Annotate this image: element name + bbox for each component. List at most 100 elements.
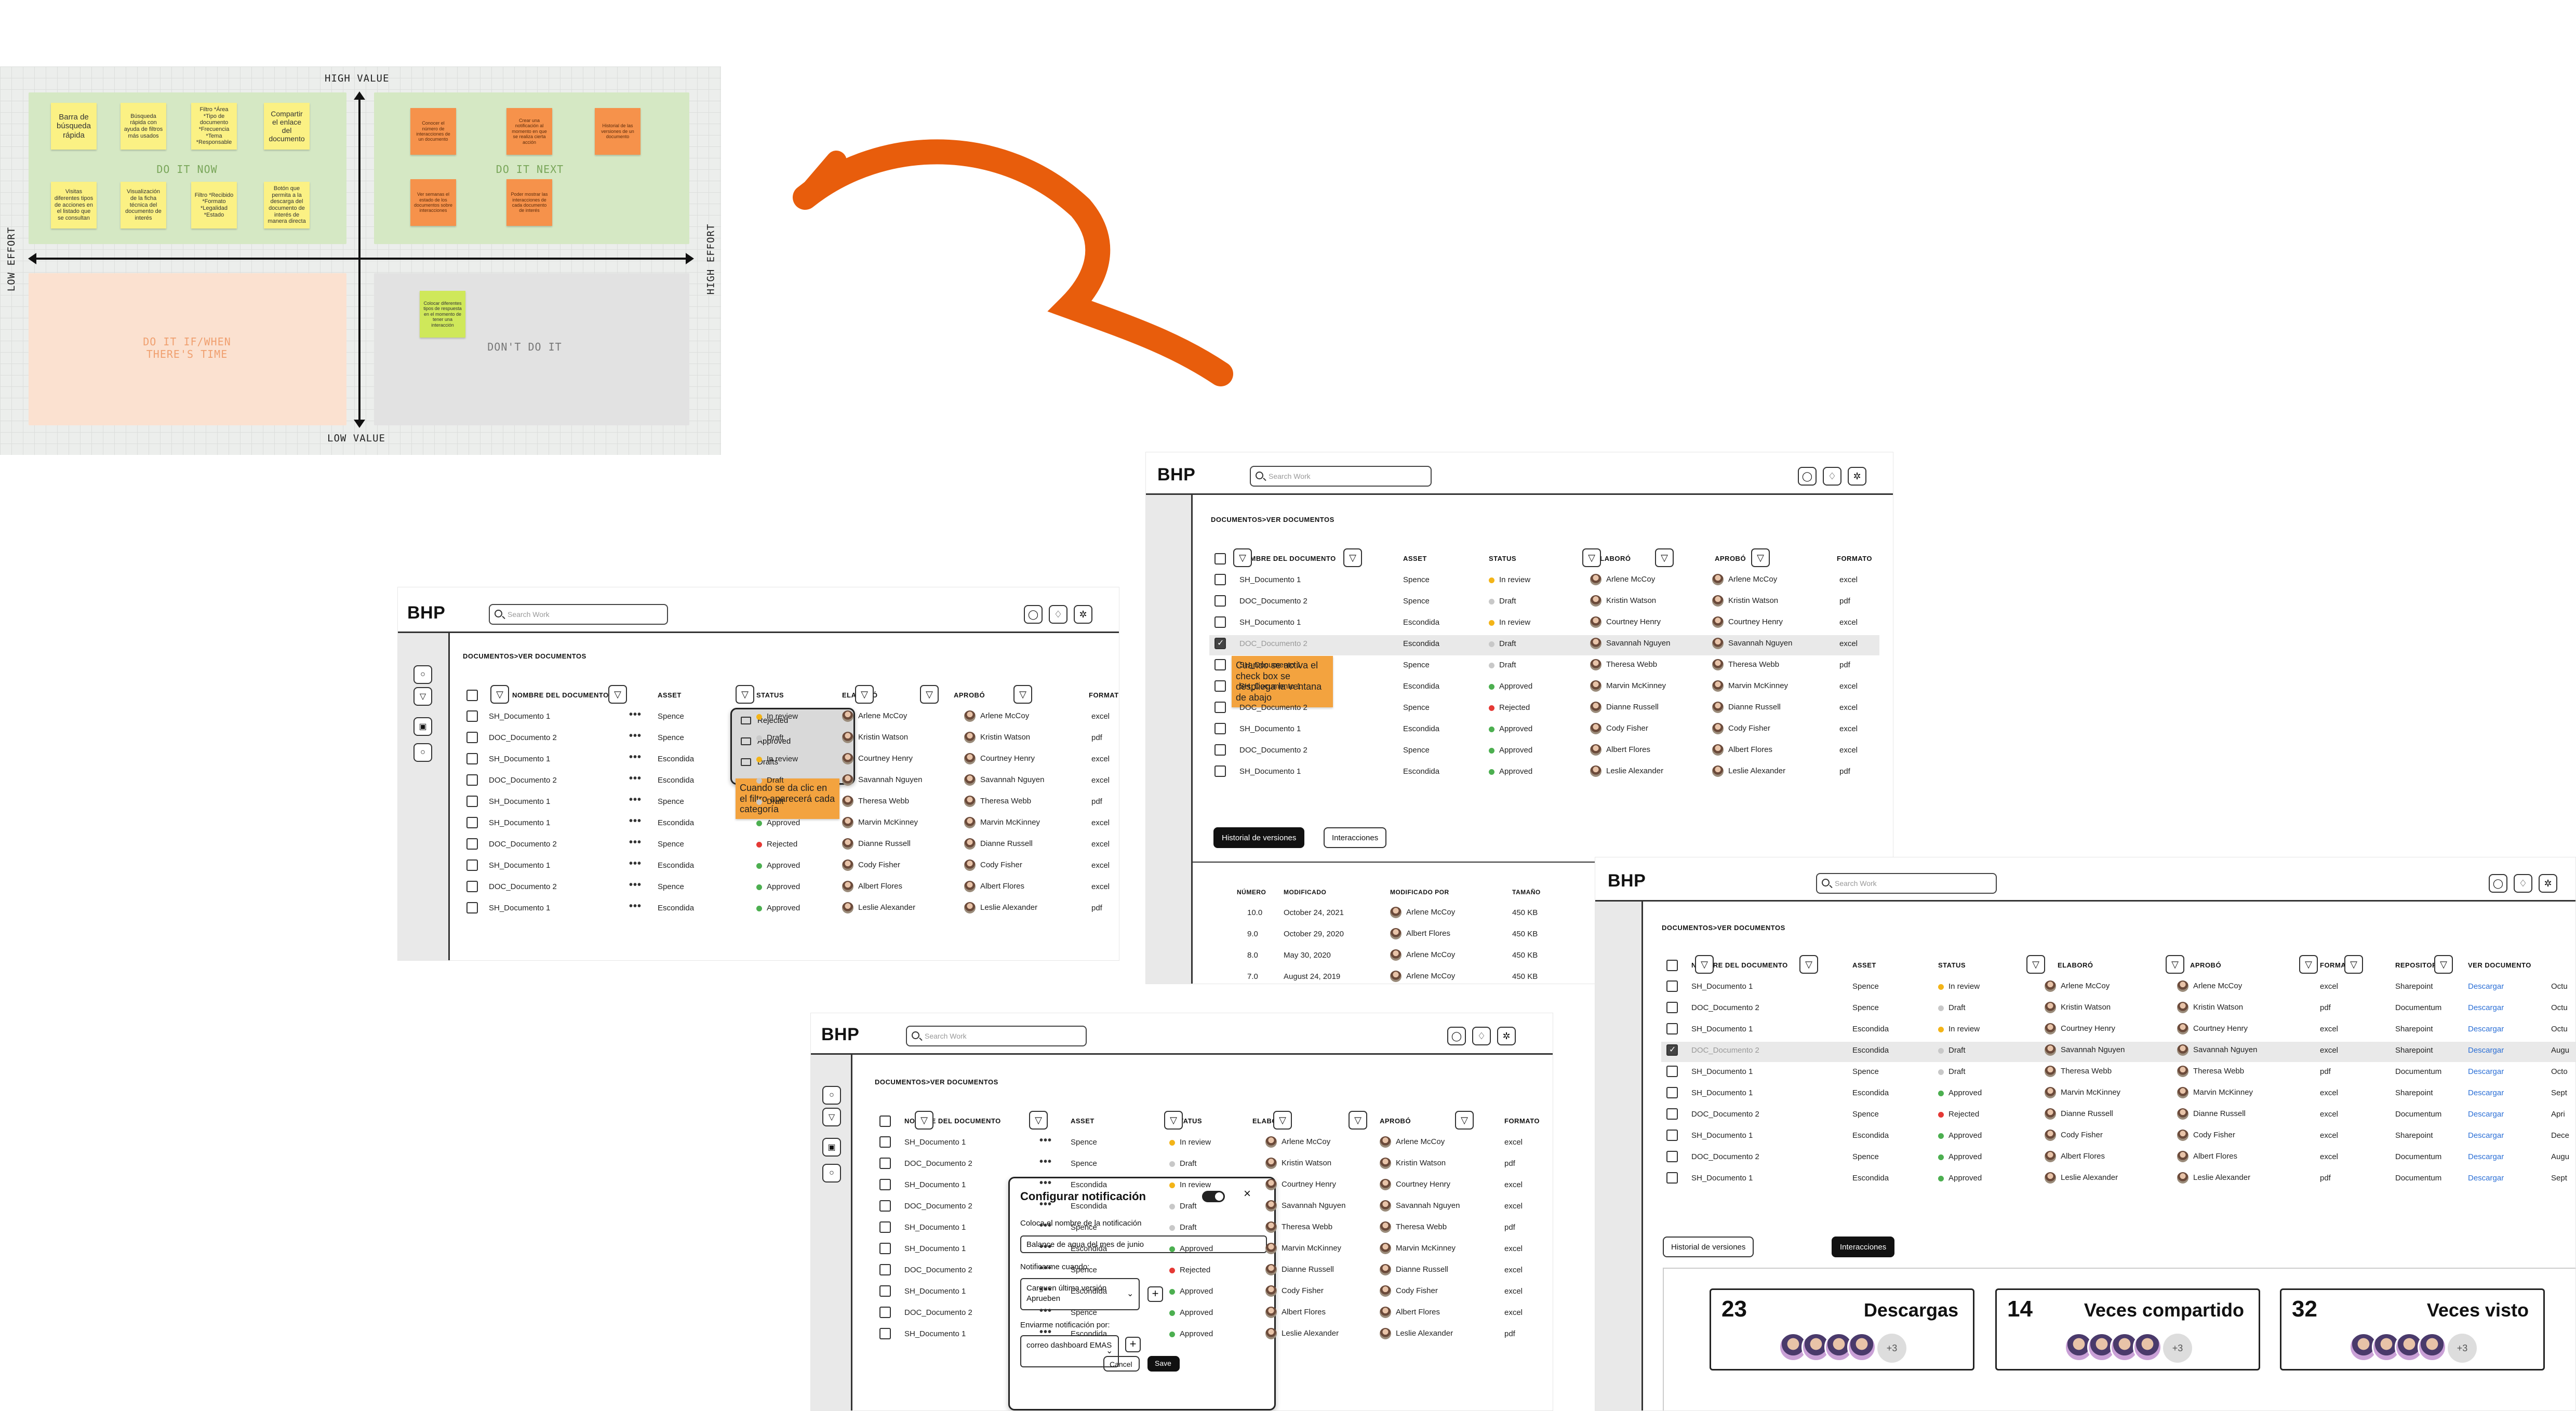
bell-icon[interactable]: ♢ (1049, 605, 1067, 624)
row-checkbox[interactable] (1666, 1002, 1678, 1013)
name-field[interactable]: Balance de agua del mes de junio (1020, 1235, 1267, 1253)
sidebar-docs-icon[interactable]: ▣ (413, 717, 432, 736)
filter-icon[interactable]: ▽ (2166, 955, 2184, 974)
more-options-icon[interactable]: ••• (1039, 1220, 1052, 1232)
row-checkbox[interactable] (879, 1243, 891, 1254)
tab-historial[interactable]: Historial de versiones (1213, 827, 1305, 848)
gear-icon[interactable]: ✲ (1074, 605, 1092, 624)
document-name[interactable]: DOC_Documento 2 (1239, 703, 1307, 712)
document-name[interactable]: DOC_Documento 2 (489, 882, 557, 891)
download-link[interactable]: Descargar (2468, 1131, 2504, 1140)
filter-icon[interactable]: ▽ (2026, 955, 2045, 974)
sidebar-home-icon[interactable]: ○ (413, 665, 432, 684)
filter-icon[interactable]: ▽ (736, 685, 754, 704)
row-checkbox[interactable] (1214, 744, 1226, 756)
download-link[interactable]: Descargar (2468, 1025, 2504, 1033)
row-checkbox[interactable] (1214, 574, 1226, 585)
row-checkbox[interactable] (879, 1264, 891, 1275)
row-checkbox[interactable] (466, 838, 478, 850)
select-all-checkbox[interactable] (1214, 553, 1226, 565)
more-options-icon[interactable]: ••• (629, 773, 642, 785)
filter-icon[interactable]: ▽ (915, 1111, 933, 1130)
row-checkbox[interactable] (879, 1136, 891, 1148)
document-name[interactable]: DOC_Documento 2 (489, 733, 557, 742)
user-icon[interactable]: ◯ (1798, 467, 1817, 486)
document-name[interactable]: SH_Documento 1 (904, 1180, 966, 1189)
more-options-icon[interactable]: ••• (1039, 1262, 1052, 1274)
notification-toggle[interactable] (1202, 1191, 1225, 1202)
document-name[interactable]: SH_Documento 1 (1239, 575, 1301, 584)
download-link[interactable]: Descargar (2468, 1067, 2504, 1076)
row-checkbox[interactable] (879, 1221, 891, 1233)
more-options-icon[interactable]: ••• (1039, 1284, 1052, 1296)
select-all-checkbox[interactable] (1666, 960, 1678, 971)
document-name[interactable]: SH_Documento 1 (1691, 1067, 1753, 1076)
row-checkbox[interactable] (1214, 638, 1226, 649)
row-checkbox[interactable] (466, 774, 478, 786)
row-checkbox[interactable] (1666, 1066, 1678, 1077)
more-options-icon[interactable]: ••• (1039, 1241, 1052, 1253)
row-checkbox[interactable] (1666, 980, 1678, 992)
tab-historial[interactable]: Historial de versiones (1663, 1237, 1754, 1257)
document-name[interactable]: DOC_Documento 2 (1691, 1046, 1759, 1055)
filter-icon[interactable]: ▽ (2434, 955, 2453, 974)
row-checkbox[interactable] (1666, 1108, 1678, 1120)
select-all-checkbox[interactable] (879, 1116, 891, 1127)
row-checkbox[interactable] (466, 796, 478, 807)
download-link[interactable]: Descargar (2468, 1110, 2504, 1119)
sidebar-settings-icon[interactable]: ○ (822, 1164, 841, 1182)
document-name[interactable]: SH_Documento 1 (1239, 618, 1301, 627)
row-checkbox[interactable] (879, 1285, 891, 1297)
filter-icon[interactable]: ▽ (1799, 955, 1818, 974)
more-options-icon[interactable]: ••• (1039, 1326, 1052, 1338)
user-icon[interactable]: ◯ (1024, 605, 1043, 624)
tab-interacciones[interactable]: Interacciones (1324, 827, 1387, 848)
filter-icon[interactable]: ▽ (1455, 1111, 1474, 1130)
row-checkbox[interactable] (1666, 1172, 1678, 1184)
search-input[interactable]: Search Work (1816, 873, 1997, 894)
document-name[interactable]: SH_Documento 1 (1691, 1089, 1753, 1097)
document-name[interactable]: DOC_Documento 2 (904, 1202, 972, 1211)
row-checkbox[interactable] (466, 881, 478, 892)
download-link[interactable]: Descargar (2468, 1003, 2504, 1012)
row-checkbox[interactable] (1214, 659, 1226, 670)
bell-icon[interactable]: ♢ (1472, 1027, 1491, 1045)
document-name[interactable]: DOC_Documento 2 (1239, 597, 1307, 606)
add-channel-button[interactable]: + (1125, 1337, 1141, 1352)
document-name[interactable]: SH_Documento 1 (904, 1287, 966, 1296)
row-checkbox[interactable] (1666, 1130, 1678, 1141)
more-options-icon[interactable]: ••• (629, 858, 642, 870)
row-checkbox[interactable] (466, 902, 478, 913)
more-options-icon[interactable]: ••• (629, 815, 642, 827)
select-all-checkbox[interactable] (466, 690, 478, 701)
row-checkbox[interactable] (1214, 680, 1226, 692)
document-name[interactable]: SH_Documento 1 (904, 1138, 966, 1147)
filter-icon[interactable]: ▽ (1349, 1111, 1367, 1130)
save-button[interactable]: Save (1147, 1356, 1180, 1372)
row-checkbox[interactable] (1214, 616, 1226, 628)
document-name[interactable]: SH_Documento 1 (904, 1223, 966, 1232)
filter-icon[interactable]: ▽ (1655, 548, 1674, 567)
document-name[interactable]: DOC_Documento 2 (904, 1159, 972, 1168)
document-name[interactable]: DOC_Documento 2 (904, 1266, 972, 1274)
document-name[interactable]: DOC_Documento 2 (1239, 639, 1307, 648)
more-options-icon[interactable]: ••• (629, 730, 642, 742)
filter-icon[interactable]: ▽ (855, 685, 874, 704)
row-checkbox[interactable] (466, 710, 478, 722)
chevron-down-icon[interactable]: ⌄ (1127, 1288, 1133, 1299)
row-checkbox[interactable] (879, 1328, 891, 1339)
row-checkbox[interactable] (466, 817, 478, 828)
more-options-icon[interactable]: ••• (629, 751, 642, 763)
download-link[interactable]: Descargar (2468, 1152, 2504, 1161)
user-icon[interactable]: ◯ (1447, 1027, 1466, 1045)
more-options-icon[interactable]: ••• (1039, 1156, 1052, 1168)
document-name[interactable]: SH_Documento 1 (1239, 767, 1301, 776)
filter-icon[interactable]: ▽ (1164, 1111, 1183, 1130)
more-options-icon[interactable]: ••• (1039, 1135, 1052, 1147)
filter-icon[interactable]: ▽ (608, 685, 627, 704)
search-input[interactable]: Search Work (1250, 466, 1432, 487)
sidebar-home-icon[interactable]: ○ (822, 1086, 841, 1105)
filter-icon[interactable]: ▽ (920, 685, 939, 704)
document-name[interactable]: SH_Documento 1 (1239, 661, 1301, 669)
filter-icon[interactable]: ▽ (1233, 548, 1252, 567)
